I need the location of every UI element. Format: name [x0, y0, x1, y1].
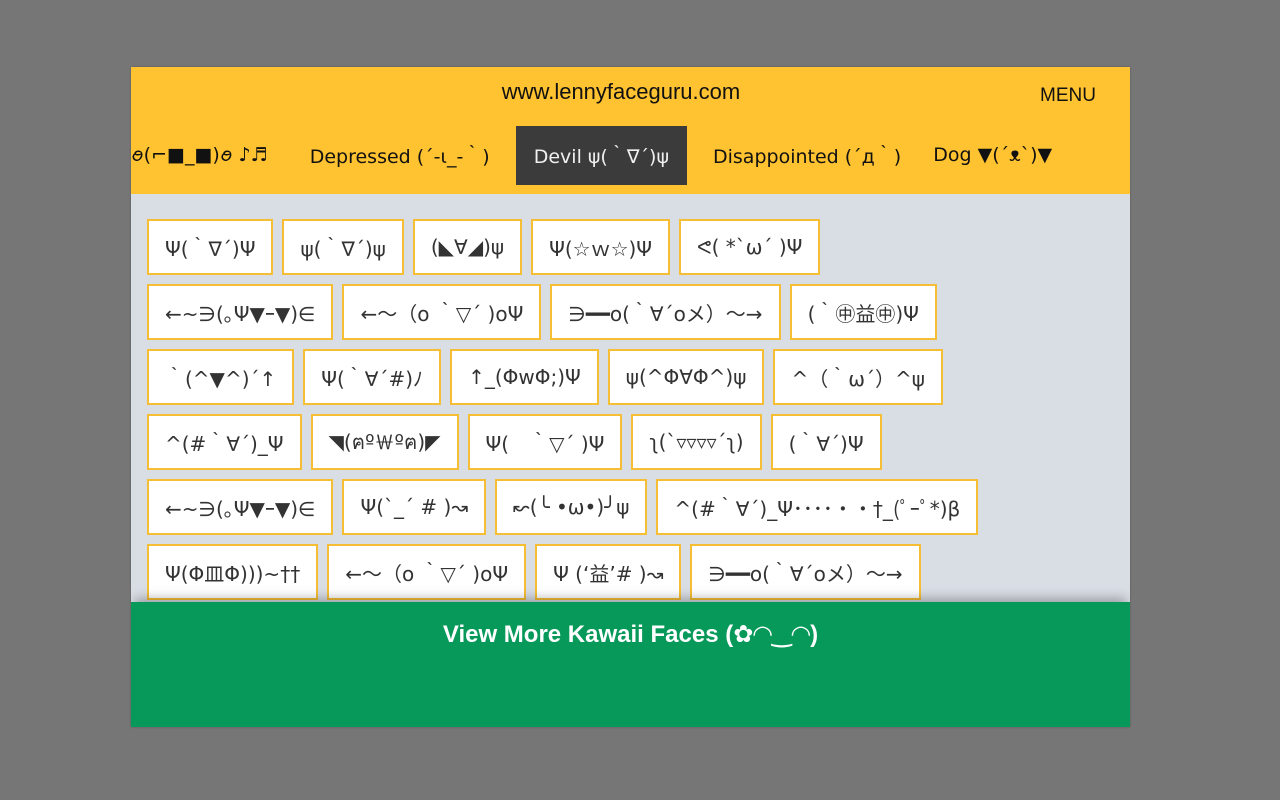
face-button[interactable]: ʅ(`▿▿▿▿´ʅ)	[631, 414, 762, 470]
face-button[interactable]: Ψ(｀∇´)Ψ	[147, 219, 274, 275]
face-button[interactable]: Ψ(☆ｗ☆)Ψ	[531, 219, 671, 275]
tab-dog[interactable]: Dog ▼(´ᴥ`)▼	[917, 126, 1068, 185]
face-button[interactable]: ψ(｀∇´)ψ	[282, 219, 404, 275]
face-button[interactable]: ^（｀ω´）^ψ	[773, 349, 943, 405]
view-more-footer: View More Kawaii Faces (✿◠‿◠)	[131, 602, 1130, 727]
face-row: ←~∋(｡Ψ▼ｰ▼)∈ ←～（o ｀▽´ )oΨ ∋━━o(｀∀´oメ）～→ (…	[147, 284, 937, 340]
face-row: ^(#｀∀´)_Ψ ◥(ฅº￦ºฅ)◤ Ψ( ｀▽´ )Ψ ʅ(`▿▿▿▿´ʅ)…	[147, 414, 882, 470]
face-row: ←~∋(｡Ψ▼ｰ▼)∈ Ψ(`_´ # )↝ ↜(╰ •ω•)╯ψ ^(#｀∀´…	[147, 479, 979, 535]
face-button[interactable]: ←～（o ｀▽´ )oΨ	[327, 544, 527, 600]
face-button[interactable]: ←~∋(｡Ψ▼ｰ▼)∈	[147, 284, 334, 340]
face-button[interactable]: ^(#｀∀´)_Ψ････・・†_(ﾟｰﾟ*)β	[656, 479, 979, 535]
face-row: Ψ(｀∇´)Ψ ψ(｀∇´)ψ (◣∀◢)ψ Ψ(☆ｗ☆)Ψ ᕙ( *`ω´ )…	[147, 219, 821, 275]
face-button[interactable]: ↜(╰ •ω•)╯ψ	[495, 479, 648, 535]
face-row: ｀(^▼^)´↑ Ψ(｀∀´#)ﾉ ↑_(ΦwΦ;)Ψ ψ(^Φ∀Φ^)ψ ^（…	[147, 349, 943, 405]
face-button[interactable]: (｀∀´)Ψ	[770, 414, 882, 470]
tab-devil[interactable]: Devil ψ(｀∇´)ψ	[515, 126, 687, 185]
face-button[interactable]: ψ(^Φ∀Φ^)ψ	[607, 349, 765, 405]
menu-button[interactable]: MENU	[1040, 85, 1096, 107]
face-grid: Ψ(｀∇´)Ψ ψ(｀∇´)ψ (◣∀◢)ψ Ψ(☆ｗ☆)Ψ ᕙ( *`ω´ )…	[131, 194, 1130, 602]
tab-music-cool[interactable]: ꪮ(⌐■_■)ꪮ ♪♬	[131, 126, 294, 185]
site-title[interactable]: www.lennyfaceguru.com	[131, 79, 1111, 105]
browser-window: www.lennyfaceguru.com MENU ꪮ(⌐■_■)ꪮ ♪♬ D…	[131, 67, 1130, 727]
face-button[interactable]: ←～（o ｀▽´ )oΨ	[342, 284, 542, 340]
category-tabs: ꪮ(⌐■_■)ꪮ ♪♬ Depressed (´-ι_-｀) Devil ψ(｀…	[131, 126, 1130, 185]
face-button[interactable]: ↑_(ΦwΦ;)Ψ	[450, 349, 599, 405]
face-button[interactable]: Ψ(｀∀´#)ﾉ	[303, 349, 442, 405]
face-button[interactable]: ←~∋(｡Ψ▼ｰ▼)∈	[147, 479, 334, 535]
face-row: Ψ(Φ皿Φ)))~†† ←～（o ｀▽´ )oΨ Ψ (‘益’# )↝ ∋━━o…	[147, 544, 921, 600]
face-button[interactable]: Ψ (‘益’# )↝	[535, 544, 682, 600]
face-button[interactable]: ᕙ( *`ω´ )Ψ	[679, 219, 821, 275]
face-button[interactable]: ◥(ฅº￦ºฅ)◤	[310, 414, 459, 470]
tab-depressed[interactable]: Depressed (´-ι_-｀)	[294, 126, 506, 185]
site-header: www.lennyfaceguru.com MENU ꪮ(⌐■_■)ꪮ ♪♬ D…	[131, 67, 1130, 194]
face-button[interactable]: (｀㊥益㊥)Ψ	[789, 284, 937, 340]
tab-disappointed[interactable]: Disappointed (´д｀)	[697, 126, 917, 185]
face-button[interactable]: (◣∀◢)ψ	[412, 219, 523, 275]
face-button[interactable]: ^(#｀∀´)_Ψ	[147, 414, 302, 470]
view-more-button[interactable]: View More Kawaii Faces (✿◠‿◠)	[131, 620, 1130, 649]
face-button[interactable]: Ψ(`_´ # )↝	[342, 479, 487, 535]
face-button[interactable]: ∋━━o(｀∀´oメ）～→	[690, 544, 921, 600]
face-button[interactable]: Ψ( ｀▽´ )Ψ	[467, 414, 623, 470]
face-button[interactable]: ｀(^▼^)´↑	[147, 349, 295, 405]
face-button[interactable]: ∋━━o(｀∀´oメ）～→	[550, 284, 781, 340]
face-button[interactable]: Ψ(Φ皿Φ)))~††	[147, 544, 319, 600]
